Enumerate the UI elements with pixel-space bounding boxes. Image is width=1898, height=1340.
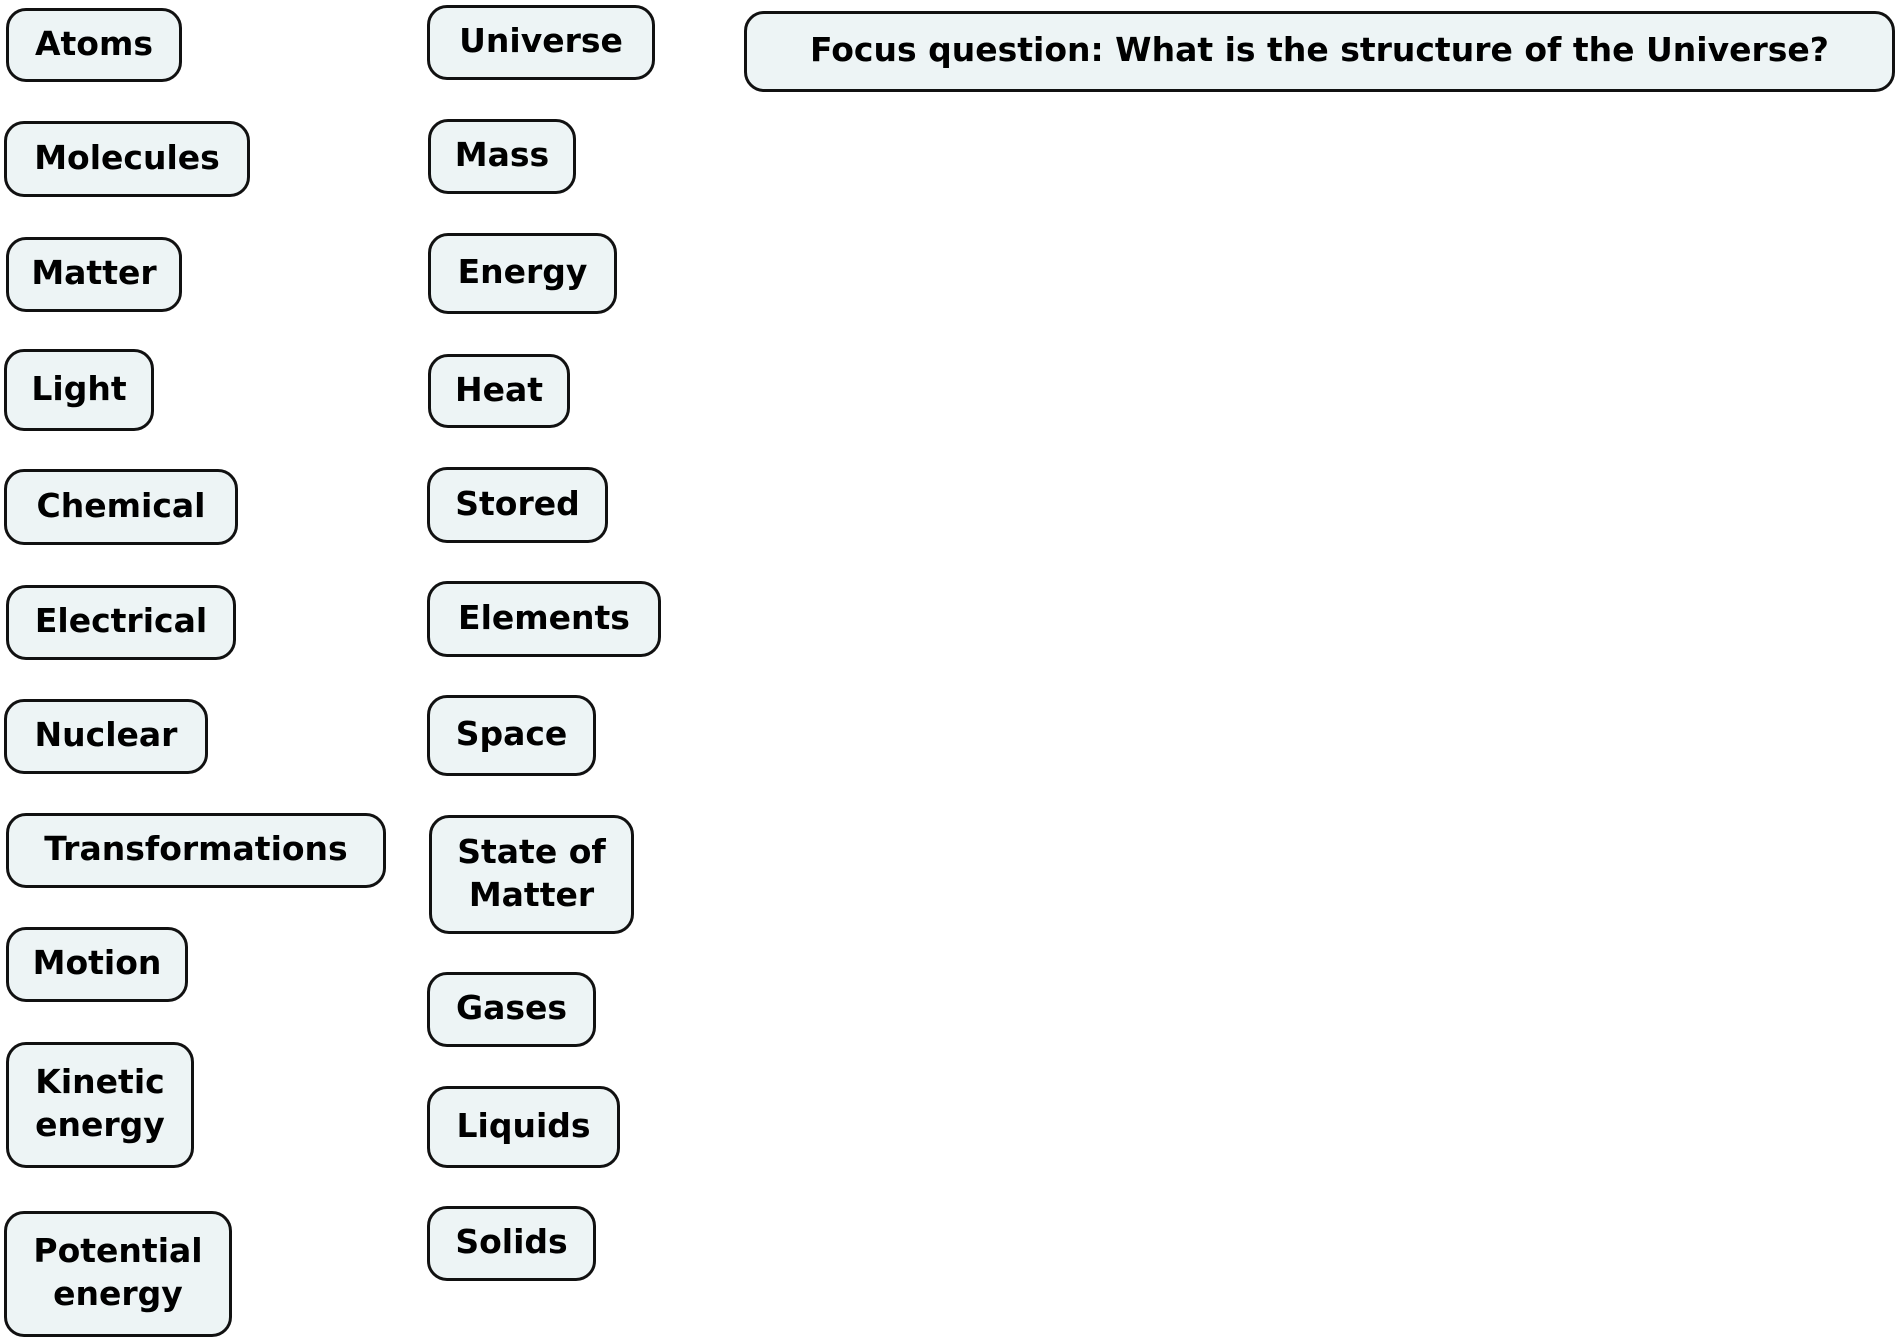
concept-node-transformations[interactable]: Transformations xyxy=(6,813,386,888)
concept-node-electrical[interactable]: Electrical xyxy=(6,585,236,660)
concept-node-solids[interactable]: Solids xyxy=(427,1206,596,1281)
concept-node-state-of-matter[interactable]: State of Matter xyxy=(429,815,634,934)
concept-node-stored[interactable]: Stored xyxy=(427,467,608,543)
concept-node-matter[interactable]: Matter xyxy=(6,237,182,312)
concept-node-light[interactable]: Light xyxy=(4,349,154,431)
concept-node-mass[interactable]: Mass xyxy=(428,119,576,194)
concept-node-kinetic-energy[interactable]: Kinetic energy xyxy=(6,1042,194,1168)
concept-node-gases[interactable]: Gases xyxy=(427,972,596,1047)
concept-node-potential-energy[interactable]: Potential energy xyxy=(4,1211,232,1337)
concept-node-molecules[interactable]: Molecules xyxy=(4,121,250,197)
concept-node-space[interactable]: Space xyxy=(427,695,596,776)
concept-node-chemical[interactable]: Chemical xyxy=(4,469,238,545)
concept-node-atoms[interactable]: Atoms xyxy=(6,8,182,82)
concept-node-elements[interactable]: Elements xyxy=(427,581,661,657)
concept-node-liquids[interactable]: Liquids xyxy=(427,1086,620,1168)
concept-node-nuclear[interactable]: Nuclear xyxy=(4,699,208,774)
concept-node-motion[interactable]: Motion xyxy=(6,927,188,1002)
focus-question-node[interactable]: Focus question: What is the structure of… xyxy=(744,11,1895,92)
concept-node-heat[interactable]: Heat xyxy=(428,354,570,428)
concept-node-energy[interactable]: Energy xyxy=(428,233,617,314)
concept-node-universe[interactable]: Universe xyxy=(427,5,655,80)
